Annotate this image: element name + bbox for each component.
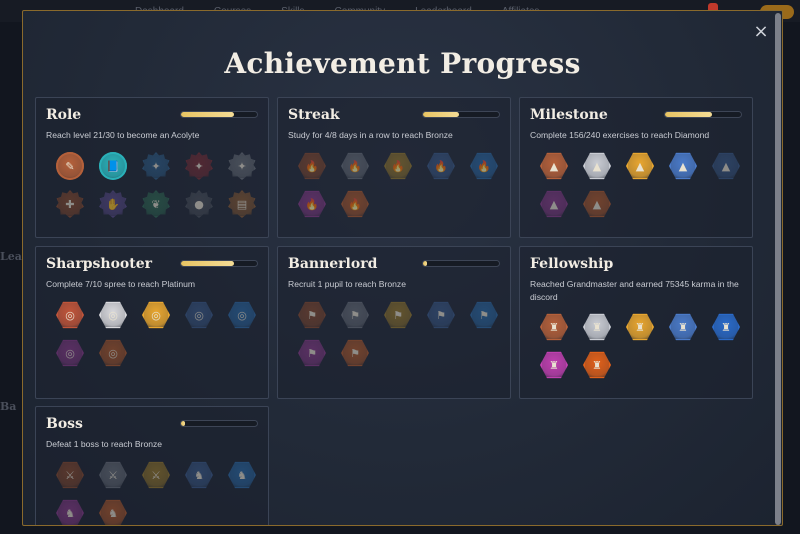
- cross-icon[interactable]: ✚: [56, 190, 84, 218]
- castle-icon[interactable]: ♜: [669, 313, 697, 341]
- card-title: Bannerlord: [288, 256, 378, 272]
- modal-title: Achievement Progress: [224, 47, 581, 80]
- scroll-icon[interactable]: ✎: [56, 152, 84, 180]
- target-icon[interactable]: ◎: [228, 301, 256, 329]
- mountain-icon[interactable]: ▲: [540, 152, 568, 180]
- progress-bar: [664, 111, 742, 118]
- castle-icon[interactable]: ♜: [712, 313, 740, 341]
- target-icon[interactable]: ◎: [56, 339, 84, 367]
- demon-icon[interactable]: ♞: [56, 499, 84, 525]
- achievement-card-bannerlord: Bannerlord Recruit 1 pupil to reach Bronz…: [277, 246, 511, 399]
- badge-row: ◎ ◎ ◎ ◎ ◎ ◎ ◎: [56, 301, 260, 367]
- mountain-icon[interactable]: ▲: [583, 190, 611, 218]
- progress-fill: [423, 112, 460, 117]
- card-title: Milestone: [530, 107, 608, 123]
- banner-icon[interactable]: ⚑: [470, 301, 498, 329]
- castle-icon[interactable]: ♜: [583, 351, 611, 379]
- banner-icon[interactable]: ⚑: [341, 339, 369, 367]
- badge-row: 🔥 🔥 🔥 🔥 🔥 🔥 🔥: [298, 152, 502, 218]
- badge-row: ▲ ▲ ▲ ▲ ▲ ▲ ▲: [540, 152, 744, 218]
- tome-icon[interactable]: ▤: [228, 190, 256, 218]
- progress-bar: [180, 260, 258, 267]
- sword-icon[interactable]: ⚔: [56, 461, 84, 489]
- progress-fill: [181, 421, 185, 426]
- castle-icon[interactable]: ♜: [540, 313, 568, 341]
- castle-icon[interactable]: ♜: [583, 313, 611, 341]
- flame-icon[interactable]: 🔥: [341, 152, 369, 180]
- flame-icon[interactable]: 🔥: [384, 152, 412, 180]
- achievement-card-sharpshooter: Sharpshooter Complete 7/10 spree to reach…: [35, 246, 269, 399]
- castle-icon[interactable]: ♜: [626, 313, 654, 341]
- demon-icon[interactable]: ♞: [228, 461, 256, 489]
- banner-icon[interactable]: ⚑: [384, 301, 412, 329]
- progress-fill: [665, 112, 713, 117]
- progress-bar: [180, 420, 258, 427]
- card-description: Defeat 1 boss to reach Bronze: [46, 439, 163, 449]
- banner-icon[interactable]: ⚑: [427, 301, 455, 329]
- achievement-card-fellowship: Fellowship Reached Grandmaster and earned…: [519, 246, 753, 399]
- banner-icon[interactable]: ⚑: [298, 339, 326, 367]
- quill-icon[interactable]: ✦: [228, 152, 256, 180]
- wand-icon[interactable]: ✦: [142, 152, 170, 180]
- card-title: Sharpshooter: [46, 256, 153, 272]
- target-icon[interactable]: ◎: [142, 301, 170, 329]
- flame-icon[interactable]: 🔥: [341, 190, 369, 218]
- progress-fill: [181, 261, 235, 266]
- demon-icon[interactable]: ♞: [185, 461, 213, 489]
- card-description: Study for 4/8 days in a row to reach Bro…: [288, 130, 453, 140]
- card-title: Role: [46, 107, 82, 123]
- card-description: Complete 7/10 spree to reach Platinum: [46, 279, 196, 289]
- flame-icon[interactable]: 🔥: [427, 152, 455, 180]
- background-heading: Ba: [0, 400, 17, 413]
- card-description: Complete 156/240 exercises to reach Diam…: [530, 130, 710, 140]
- mountain-icon[interactable]: ▲: [583, 152, 611, 180]
- background-heading: Lea: [0, 250, 22, 263]
- badge-row: ⚑ ⚑ ⚑ ⚑ ⚑ ⚑ ⚑: [298, 301, 502, 367]
- orb-icon[interactable]: ●: [185, 190, 213, 218]
- flame-icon[interactable]: 🔥: [470, 152, 498, 180]
- scrollbar[interactable]: [775, 13, 781, 525]
- mountain-icon[interactable]: ▲: [540, 190, 568, 218]
- card-title: Streak: [288, 107, 340, 123]
- badge-row: ♜ ♜ ♜ ♜ ♜ ♜ ♜: [540, 313, 744, 379]
- banner-icon[interactable]: ⚑: [341, 301, 369, 329]
- achievement-card-streak: Streak Study for 4/8 days in a row to rea…: [277, 97, 511, 238]
- progress-bar: [422, 260, 500, 267]
- target-icon[interactable]: ◎: [185, 301, 213, 329]
- close-icon[interactable]: ×: [752, 23, 770, 41]
- achievement-card-boss: Boss Defeat 1 boss to reach Bronze ⚔ ⚔ ⚔ ♞ ♞ ♞ ♞: [35, 406, 269, 525]
- progress-fill: [181, 112, 235, 117]
- castle-icon[interactable]: ♜: [540, 351, 568, 379]
- mountain-icon[interactable]: ▲: [626, 152, 654, 180]
- hand-icon[interactable]: ✋: [99, 190, 127, 218]
- flame-icon[interactable]: 🔥: [298, 190, 326, 218]
- card-description: Reach level 21/30 to become an Acolyte: [46, 130, 200, 140]
- target-icon[interactable]: ◎: [99, 301, 127, 329]
- progress-fill: [423, 261, 427, 266]
- achievement-card-milestone: Milestone Complete 156/240 exercises to r…: [519, 97, 753, 238]
- banner-icon[interactable]: ⚑: [298, 301, 326, 329]
- flame-icon[interactable]: 🔥: [298, 152, 326, 180]
- progress-bar: [180, 111, 258, 118]
- target-icon[interactable]: ◎: [56, 301, 84, 329]
- achievement-modal: Achievement Progress × Role Reach level 2…: [22, 10, 783, 526]
- book-icon[interactable]: 📘: [99, 152, 127, 180]
- progress-bar: [422, 111, 500, 118]
- card-description: Recruit 1 pupil to reach Bronze: [288, 279, 406, 289]
- mountain-icon[interactable]: ▲: [669, 152, 697, 180]
- sword-icon[interactable]: ⚔: [142, 461, 170, 489]
- card-title: Fellowship: [530, 256, 614, 272]
- leaf-icon[interactable]: ❦: [142, 190, 170, 218]
- achievement-card-role: Role Reach level 21/30 to become an Acoly…: [35, 97, 269, 238]
- target-icon[interactable]: ◎: [99, 339, 127, 367]
- badge-row: ✎ 📘 ✦ ✦ ✦ ✚ ✋ ❦ ● ▤: [56, 152, 260, 218]
- sword-icon[interactable]: ⚔: [99, 461, 127, 489]
- card-description: Reached Grandmaster and earned 75345 kar…: [530, 279, 739, 302]
- demon-icon[interactable]: ♞: [99, 499, 127, 525]
- dagger-icon[interactable]: ✦: [185, 152, 213, 180]
- card-title: Boss: [46, 416, 83, 432]
- mountain-icon[interactable]: ▲: [712, 152, 740, 180]
- badge-row: ⚔ ⚔ ⚔ ♞ ♞ ♞ ♞: [56, 461, 260, 525]
- scrollbar-thumb[interactable]: [775, 13, 781, 525]
